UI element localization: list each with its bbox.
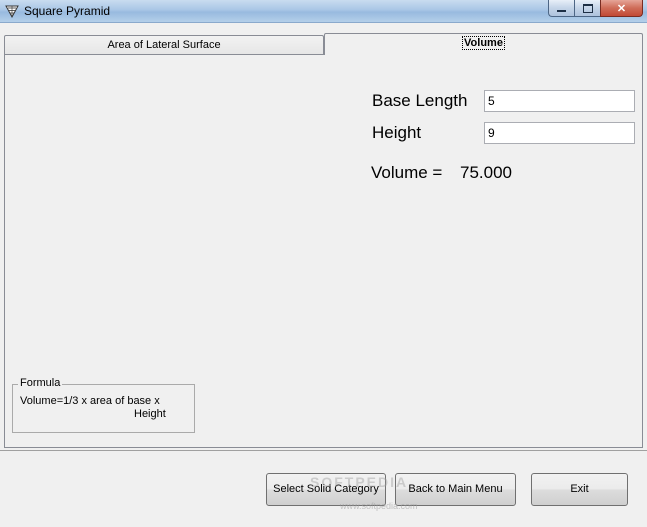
window-title: Square Pyramid [24, 4, 111, 18]
volume-label: Volume = [371, 163, 443, 182]
base-length-input[interactable] [484, 90, 635, 112]
minimize-button[interactable] [548, 0, 574, 17]
exit-button[interactable]: Exit [531, 473, 628, 506]
formula-line-2: Height [134, 408, 166, 420]
close-button[interactable]: ✕ [600, 0, 643, 17]
base-length-label: Base Length [372, 91, 468, 110]
maximize-icon [582, 3, 593, 13]
caption-buttons: ✕ [548, 0, 643, 18]
app-window: Square Pyramid ✕ Area of Lateral Surface… [0, 0, 647, 527]
tab-label: Volume [462, 36, 505, 50]
volume-tab-panel: Base Length Height Volume = 75.000 Formu… [4, 54, 643, 448]
button-label: Exit [570, 483, 589, 495]
volume-result: 75.000 [460, 163, 512, 182]
button-label: Back to Main Menu [408, 483, 503, 495]
close-icon: ✕ [616, 2, 627, 15]
height-label: Height [372, 123, 422, 142]
title-bar[interactable]: Square Pyramid ✕ [0, 0, 647, 23]
bottom-separator [0, 450, 647, 451]
height-input[interactable] [484, 122, 635, 144]
formula-line-1: Volume=1/3 x area of base x [20, 395, 160, 407]
pyramid-app-icon [5, 5, 19, 19]
maximize-button[interactable] [574, 0, 600, 17]
watermark-url: www.softpedia.com [340, 501, 418, 511]
tab-label: Area of Lateral Surface [107, 39, 221, 51]
tab-area-of-lateral-surface[interactable]: Area of Lateral Surface [4, 35, 324, 54]
formula-groupbox: Formula Volume=1/3 x area of base x Heig… [12, 377, 195, 433]
tab-volume[interactable]: Volume [324, 33, 643, 55]
minimize-icon [557, 10, 566, 12]
formula-caption: Formula [18, 377, 63, 389]
button-label: Select Solid Category [273, 483, 379, 495]
